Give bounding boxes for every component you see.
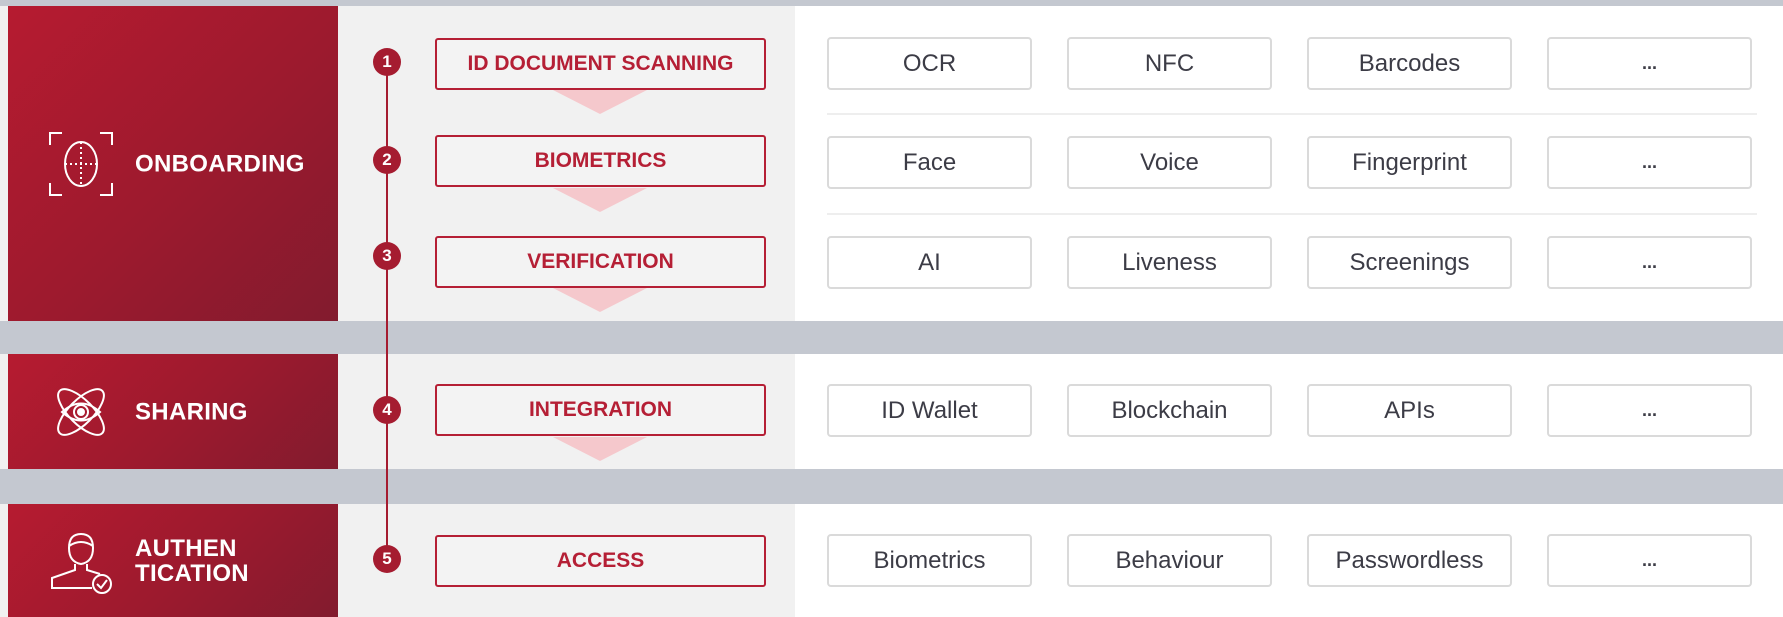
step-id-document-scanning[interactable]: ID DOCUMENT SCANNING [435,38,766,90]
option-liveness[interactable]: Liveness [1067,236,1272,289]
authentication-category[interactable]: AUTHEN TICATION [8,504,338,617]
sharing-label: SHARING [135,398,248,425]
option-more[interactable]: ... [1547,236,1752,289]
onboarding-category[interactable]: ONBOARDING [8,6,338,321]
user-check-icon [48,528,114,594]
option-behaviour[interactable]: Behaviour [1067,534,1272,587]
option-barcodes[interactable]: Barcodes [1307,37,1512,90]
sharing-category[interactable]: SHARING [8,354,338,469]
step-number-4: 4 [373,396,401,424]
step-integration[interactable]: INTEGRATION [435,384,766,436]
step-number-2: 2 [373,146,401,174]
option-ai[interactable]: AI [827,236,1032,289]
onboarding-label: ONBOARDING [135,150,305,177]
timeline-line [386,62,388,562]
option-ocr[interactable]: OCR [827,37,1032,90]
row-divider [827,113,1757,115]
option-more[interactable]: ... [1547,136,1752,189]
option-nfc[interactable]: NFC [1067,37,1272,90]
row-divider [827,213,1757,215]
step-verification[interactable]: VERIFICATION [435,236,766,288]
option-blockchain[interactable]: Blockchain [1067,384,1272,437]
eye-orbit-icon [48,379,114,445]
option-apis[interactable]: APIs [1307,384,1512,437]
step-biometrics[interactable]: BIOMETRICS [435,135,766,187]
option-biometrics[interactable]: Biometrics [827,534,1032,587]
authentication-label: AUTHEN TICATION [135,534,249,587]
step-number-1: 1 [373,48,401,76]
option-more[interactable]: ... [1547,534,1752,587]
option-screenings[interactable]: Screenings [1307,236,1512,289]
option-voice[interactable]: Voice [1067,136,1272,189]
face-scan-icon [48,131,114,197]
step-number-3: 3 [373,242,401,270]
option-passwordless[interactable]: Passwordless [1307,534,1512,587]
step-access[interactable]: ACCESS [435,535,766,587]
option-more[interactable]: ... [1547,37,1752,90]
step-number-5: 5 [373,545,401,573]
option-face[interactable]: Face [827,136,1032,189]
option-more[interactable]: ... [1547,384,1752,437]
option-id-wallet[interactable]: ID Wallet [827,384,1032,437]
option-fingerprint[interactable]: Fingerprint [1307,136,1512,189]
